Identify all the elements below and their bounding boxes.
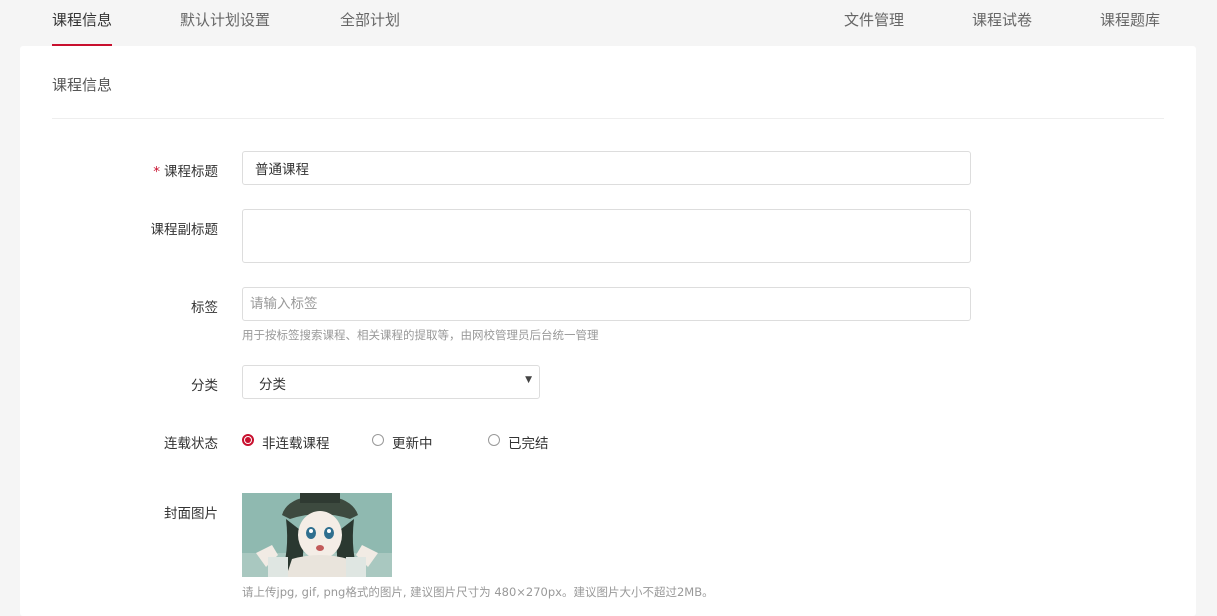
course-title-label: * 课程标题 (38, 160, 218, 180)
tab-course-info[interactable]: 课程信息 (52, 0, 113, 46)
tab-all-plans[interactable]: 全部计划 (340, 0, 400, 46)
category-label: 分类 (191, 378, 218, 394)
required-mark: * (153, 164, 160, 180)
radio-label: 已完结 (508, 436, 549, 452)
tab-file-management[interactable]: 文件管理 (844, 0, 904, 46)
cover-image-help-text: 请上传jpg, gif, png格式的图片, 建议图片尺寸为 480×270px… (242, 585, 714, 599)
cover-image-thumbnail[interactable] (242, 493, 392, 577)
course-title-input[interactable] (242, 151, 971, 185)
cover-illustration (242, 493, 392, 577)
tab-default-plan-settings[interactable]: 默认计划设置 (180, 0, 270, 46)
radio-unchecked-icon (488, 434, 500, 446)
radio-checked-icon (242, 434, 254, 446)
radio-label: 更新中 (392, 436, 433, 452)
category-selected-value: 分类 (259, 377, 286, 393)
serialize-status-label: 连载状态 (164, 436, 218, 452)
radio-label: 非连载课程 (262, 436, 330, 452)
course-subtitle-label: 课程副标题 (150, 222, 219, 238)
section-title: 课程信息 (52, 76, 113, 94)
category-select[interactable]: 分类 ▼ (242, 365, 540, 399)
section-divider (52, 118, 1164, 119)
tab-course-exams[interactable]: 课程试卷 (972, 0, 1032, 46)
radio-unchecked-icon (372, 434, 384, 446)
tags-label: 标签 (191, 300, 218, 316)
cover-image-label: 封面图片 (164, 506, 218, 522)
tags-help-text: 用于按标签搜索课程、相关课程的提取等，由网校管理员后台统一管理 (242, 328, 599, 342)
course-info-card: 课程信息 *课程标题 课程副标题 标签 用于按标签搜索课程、相关课程的提取等，由… (20, 46, 1196, 616)
course-title-label-text: 课程标题 (164, 164, 218, 180)
tab-question-bank[interactable]: 课程题库 (1100, 0, 1160, 46)
tags-input[interactable] (242, 287, 971, 321)
top-tab-bar: 课程信息 默认计划设置 全部计划 文件管理 课程试卷 课程题库 (0, 0, 1217, 46)
course-subtitle-textarea[interactable] (242, 209, 971, 263)
chevron-down-icon: ▼ (525, 375, 532, 385)
